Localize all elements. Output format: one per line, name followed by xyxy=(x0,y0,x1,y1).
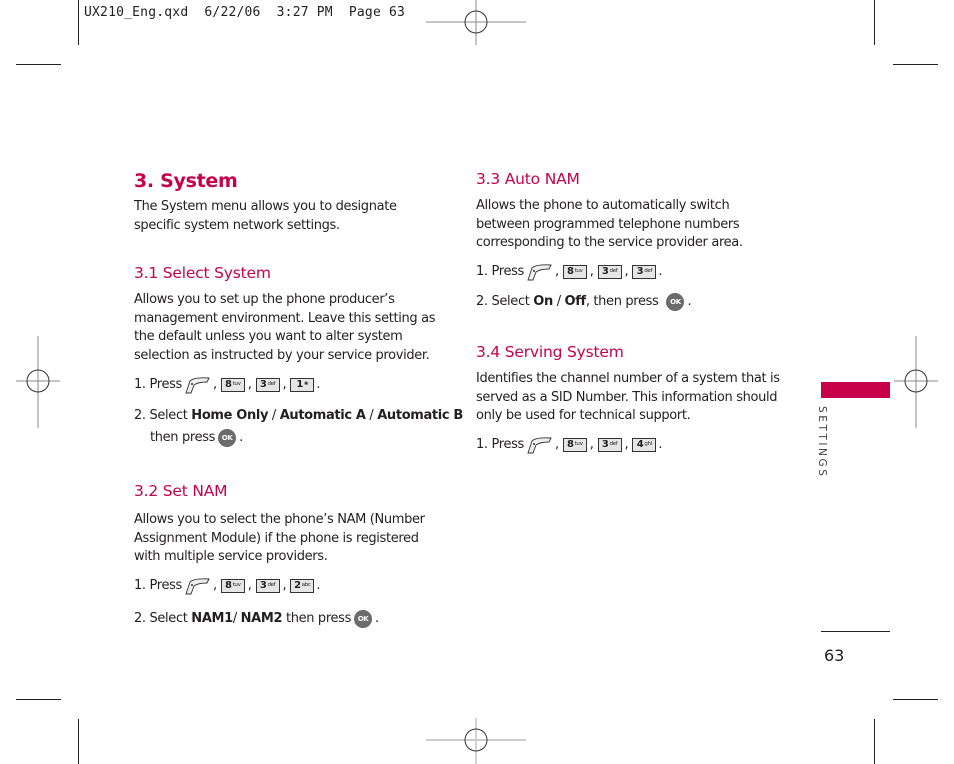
option-on: On xyxy=(533,294,553,309)
section-intro: The System menu allows you to designate … xyxy=(134,199,397,233)
option-home-only: Home Only xyxy=(191,408,269,423)
ok-key-icon: OK xyxy=(354,610,373,628)
ok-key-icon: OK xyxy=(666,293,685,311)
crop-mark xyxy=(78,0,79,45)
option-nam2: NAM2 xyxy=(240,611,283,626)
key-3-icon: 3 def xyxy=(597,438,622,452)
option-nam1: NAM1 xyxy=(191,611,233,626)
step-text: 1. Press xyxy=(134,377,182,392)
option-off: Off xyxy=(564,294,587,309)
key-8-icon: 8 tuv xyxy=(220,579,245,593)
option-automatic-a: Automatic A xyxy=(279,408,366,423)
section-title: 3. System xyxy=(134,170,238,192)
select-system-step-2-cont: then press OK . xyxy=(150,429,243,447)
crop-mark xyxy=(874,719,875,764)
key-3-icon: 3 def xyxy=(255,378,280,392)
auto-nam-step-2: 2. Select On / Off , then press OK . xyxy=(476,293,692,311)
option-automatic-b: Automatic B xyxy=(377,408,463,423)
section-tab-label: SETTINGS xyxy=(816,406,828,479)
printer-slug: UX210_Eng.qxd 6/22/06 3:27 PM Page 63 xyxy=(84,5,406,20)
crop-mark xyxy=(893,64,938,65)
subsection-title-select-system: 3.1 Select System xyxy=(134,264,271,282)
ok-key-icon: OK xyxy=(218,429,237,447)
page-number: 63 xyxy=(824,646,845,665)
crop-mark xyxy=(874,0,875,45)
set-nam-step-2: 2. Select NAM1 / NAM2 then press OK . xyxy=(134,610,379,628)
menu-soft-key-icon xyxy=(185,377,210,394)
key-1-voicemail-icon: 1 ❀ xyxy=(290,378,315,392)
key-3-icon: 3 def xyxy=(255,579,280,593)
menu-soft-key-icon xyxy=(185,578,210,595)
key-8-icon: 8 tuv xyxy=(562,438,587,452)
select-system-step-2: 2. Select Home Only / Automatic A / Auto… xyxy=(134,408,463,423)
subsection-title-set-nam: 3.2 Set NAM xyxy=(134,482,228,500)
serving-system-step-1: 1. Press , 8 tuv , 3 def , 4 ghi . xyxy=(476,437,663,454)
crop-mark xyxy=(16,64,61,65)
registration-mark-icon xyxy=(894,336,938,428)
registration-mark-icon xyxy=(16,336,60,428)
registration-mark-icon xyxy=(426,0,526,45)
key-2-icon: 2 abc xyxy=(290,579,315,593)
menu-soft-key-icon xyxy=(527,264,552,281)
auto-nam-description: Allows the phone to automatically switch… xyxy=(476,198,743,251)
subsection-title-auto-nam: 3.3 Auto NAM xyxy=(476,170,580,188)
crop-mark xyxy=(16,699,61,700)
page-number-rule xyxy=(821,631,890,632)
menu-soft-key-icon xyxy=(527,437,552,454)
crop-mark xyxy=(78,719,79,764)
select-system-description: Allows you to set up the phone producer’… xyxy=(134,292,436,364)
registration-mark-icon xyxy=(426,718,526,764)
key-3-icon: 3 def xyxy=(632,265,657,279)
subsection-title-serving-system: 3.4 Serving System xyxy=(476,343,624,361)
set-nam-description: Allows you to select the phone’s NAM (Nu… xyxy=(134,512,425,565)
select-system-step-1: 1. Press , 8 tuv , 3 def , 1 ❀ . xyxy=(134,377,321,394)
key-4-icon: 4 ghi xyxy=(632,438,657,452)
set-nam-step-1: 1. Press , 8 tuv , 3 def , 2 abc . xyxy=(134,578,321,595)
key-3-icon: 3 def xyxy=(597,265,622,279)
key-8-icon: 8 tuv xyxy=(562,265,587,279)
section-tab xyxy=(821,382,890,398)
crop-mark xyxy=(893,699,938,700)
auto-nam-step-1: 1. Press , 8 tuv , 3 def , 3 def . xyxy=(476,264,663,281)
key-8-icon: 8 tuv xyxy=(220,378,245,392)
serving-system-description: Identifies the channel number of a syste… xyxy=(476,371,780,424)
